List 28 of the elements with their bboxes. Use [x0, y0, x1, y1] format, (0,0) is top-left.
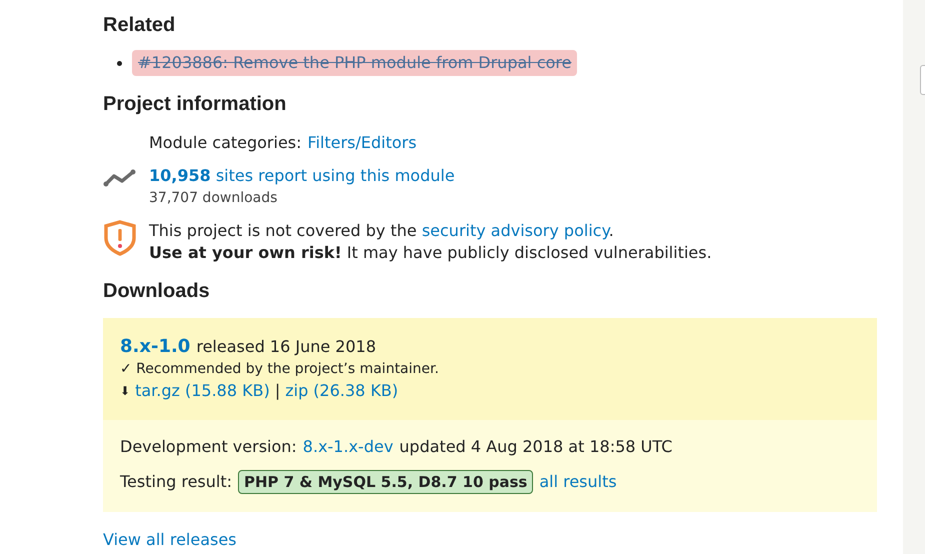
usage-link[interactable]: 10,958 sites report using this module [149, 165, 455, 187]
section-heading: Related [103, 13, 176, 38]
dev-updated: updated 4 Aug 2018 at 18:58 UTC [399, 436, 672, 458]
dev-version-link[interactable]: 8.x-1.x-dev [302, 436, 394, 458]
releases-link[interactable]: View all releases [103, 528, 237, 552]
bullet-icon [117, 60, 122, 66]
file-link[interactable]: tar.gz (15.88 KB) [135, 380, 270, 402]
test-result-badge[interactable]: PHP 7 & MySQL 5.5, D8.7 10 pass [238, 470, 534, 494]
release-date: released 16 June 2018 [196, 336, 376, 358]
security-notice: This project is not covered by the security advisory policy. [149, 220, 615, 242]
file-link[interactable]: zip (26.38 KB) [285, 380, 398, 402]
download-count: 37,707 downloads [149, 189, 278, 208]
risk-warning: Use at your own risk! It may have publicly disclosed vulnerabilities. [149, 242, 712, 264]
version-link[interactable]: 8.x-1.0 [120, 336, 190, 358]
policy-link[interactable]: security advisory policy [422, 221, 609, 240]
testing-label: Testing result: [120, 471, 232, 493]
recommended-note: ✓ Recommended by the project’s maintainer. [120, 360, 440, 379]
category-label: Module categories: [149, 133, 302, 153]
dev-label: Development version: [120, 436, 297, 458]
section-heading: Downloads [103, 279, 211, 304]
results-link[interactable]: all results [539, 470, 617, 494]
category-link[interactable]: Filters/Editors [308, 133, 417, 153]
section-heading: Project information [103, 92, 288, 117]
download-icon: ⬇ [120, 380, 130, 402]
warning-shield-icon [103, 220, 137, 256]
issue-link[interactable]: #1203886: Remove the PHP module from Drupal core [132, 50, 578, 76]
usage-chart-icon [103, 169, 137, 187]
separator: | [274, 380, 280, 402]
